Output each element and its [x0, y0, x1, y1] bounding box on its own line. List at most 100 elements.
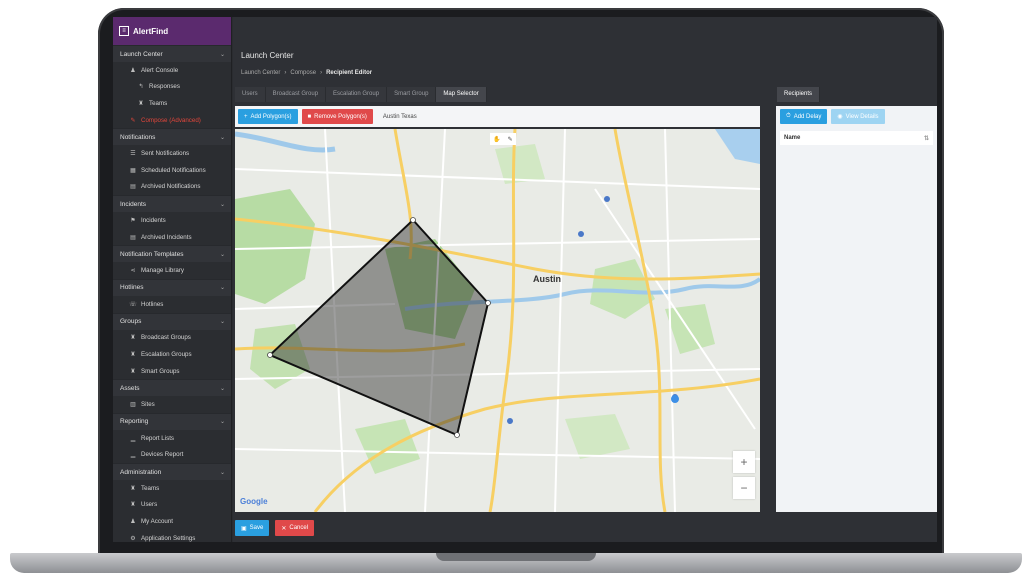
sidebar-item[interactable]: ♜ Users: [113, 497, 231, 514]
breadcrumb-current: Recipient Editor: [326, 70, 373, 76]
breadcrumb-separator: ›: [320, 70, 323, 76]
hand-tool-icon[interactable]: ✋: [493, 136, 500, 143]
sidebar-section-header[interactable]: Incidents ⌄: [113, 195, 231, 213]
person-icon: ♟: [130, 67, 136, 74]
building-icon: ▥: [130, 402, 136, 409]
sidebar-item-label: Compose (Advanced): [141, 116, 201, 124]
sidebar-item[interactable]: ▦ Scheduled Notifications: [113, 162, 231, 179]
clock-icon: ⏱: [786, 113, 791, 119]
sidebar-section-header[interactable]: Launch Center ⌄: [113, 45, 231, 62]
chevron-down-icon: ⌄: [219, 51, 225, 58]
sidebar-item[interactable]: ▤ Archived Incidents: [113, 229, 231, 246]
sidebar-item[interactable]: ▤ Archived Notifications: [113, 179, 231, 196]
breadcrumb-item[interactable]: Launch Center: [241, 70, 280, 76]
sidebar-section-header[interactable]: Assets ⌄: [113, 379, 231, 397]
sidebar-item-label: Manage Library: [141, 267, 184, 275]
sidebar-item-label: Hotlines: [141, 300, 164, 308]
sidebar-item[interactable]: ☏ Hotlines: [113, 296, 231, 313]
sidebar-item-label: Incidents: [141, 216, 166, 224]
sidebar-item[interactable]: ⋖ Manage Library: [113, 262, 231, 279]
sidebar-item[interactable]: ▥ Sites: [113, 396, 231, 413]
main-content: Launch Center Launch Center › Compose › …: [233, 17, 937, 542]
tab-broadcast-group[interactable]: Broadcast Group: [265, 87, 327, 102]
sidebar-item[interactable]: ▁ Devices Report: [113, 447, 231, 464]
save-button[interactable]: ▣ Save: [235, 520, 270, 536]
sidebar-item-label: My Account: [141, 518, 173, 526]
sidebar-section-header[interactable]: Groups ⌄: [113, 312, 231, 330]
chart-icon: ▁: [130, 452, 136, 459]
view-details-button[interactable]: ◉ View Details: [831, 109, 885, 124]
sidebar-item-label: Sites: [141, 401, 155, 409]
polygon-tool-icon[interactable]: ✎: [508, 136, 513, 143]
tab-recipients[interactable]: Recipients: [777, 87, 821, 102]
add-polygon-button[interactable]: + Add Polygon(s): [238, 109, 298, 124]
plus-icon: +: [244, 113, 248, 120]
sidebar-item[interactable]: ♜ Smart Groups: [113, 363, 231, 380]
tab-smart-group[interactable]: Smart Group: [387, 87, 437, 102]
sidebar-section-header[interactable]: Hotlines ⌄: [113, 278, 231, 296]
brand[interactable]: ≡ AlertFind: [113, 17, 231, 45]
map-city-label: Austin: [533, 274, 561, 284]
cancel-button[interactable]: ✕ Cancel: [275, 520, 315, 536]
sidebar-item-label: Scheduled Notifications: [141, 166, 206, 174]
sidebar-section-label: Administration: [120, 468, 162, 476]
sidebar-item[interactable]: ♜ Teams: [113, 480, 231, 497]
sidebar-item[interactable]: ♟ My Account: [113, 513, 231, 530]
tab-escalation-group[interactable]: Escalation Group: [326, 87, 388, 102]
cancel-label: Cancel: [289, 525, 309, 531]
sidebar-item[interactable]: ♟ Alert Console: [113, 62, 231, 79]
sidebar-item-label: Users: [141, 501, 158, 509]
brand-name: AlertFind: [133, 26, 169, 36]
add-delay-button[interactable]: ⏱ Add Delay: [780, 109, 828, 124]
sidebar-item[interactable]: ♜ Escalation Groups: [113, 346, 231, 363]
app-screen: ≡ AlertFind Launch Center ⌄ ♟ Alert Console…: [113, 17, 937, 542]
sidebar-section-header[interactable]: Notification Templates ⌄: [113, 245, 231, 263]
sidebar-item[interactable]: ♜ Teams: [113, 95, 231, 112]
save-icon: ▣: [241, 525, 247, 532]
sidebar-item-label: Smart Groups: [141, 367, 180, 375]
chevron-down-icon: ⌄: [219, 385, 225, 392]
remove-polygon-button[interactable]: ■ Remove Polygon(s): [301, 109, 373, 124]
sidebar-item-label: Teams: [141, 484, 160, 492]
chevron-down-icon: ⌄: [219, 319, 225, 326]
laptop-notch: [436, 553, 596, 561]
sidebar-section-label: Notifications: [120, 133, 156, 141]
map-view[interactable]: Austin Google + − ✋ ✎: [235, 129, 760, 512]
right-tabs: Recipients: [777, 87, 821, 102]
person-icon: ♟: [130, 519, 136, 526]
close-icon: ✕: [281, 525, 287, 532]
breadcrumb-item[interactable]: Compose: [290, 70, 316, 76]
sidebar-item[interactable]: ☰ Sent Notifications: [113, 145, 231, 162]
team-icon: ♜: [130, 502, 136, 509]
tab-map-selector[interactable]: Map Selector: [436, 87, 487, 102]
recipient-tabs: Users Broadcast Group Escalation Group S…: [235, 87, 487, 102]
sidebar-item[interactable]: ↰ Responses: [113, 79, 231, 96]
zoom-out-button[interactable]: −: [733, 477, 755, 499]
sidebar-item[interactable]: ▁ Report Lists: [113, 430, 231, 447]
google-attribution: Google: [240, 497, 268, 506]
sidebar-section-header[interactable]: Administration ⌄: [113, 463, 231, 481]
zoom-in-button[interactable]: +: [733, 451, 755, 473]
recipients-table-header: Name ⇅: [780, 131, 933, 145]
minus-icon: ■: [307, 113, 312, 120]
sidebar-item[interactable]: ✎ Compose (Advanced): [113, 112, 231, 129]
remove-polygon-label: Remove Polygon(s): [314, 113, 367, 120]
sidebar-item[interactable]: ♜ Broadcast Groups: [113, 330, 231, 347]
tab-users[interactable]: Users: [235, 87, 266, 102]
chevron-down-icon: ⌄: [219, 419, 225, 426]
sidebar-section-label: Launch Center: [120, 50, 163, 58]
sidebar-item[interactable]: ⚙ Application Settings: [113, 530, 231, 542]
column-name[interactable]: Name: [784, 135, 800, 141]
team-icon: ♜: [138, 100, 144, 107]
calendar-icon: ▦: [130, 167, 136, 174]
team-icon: ♜: [130, 368, 136, 375]
sidebar-item[interactable]: ⚑ Incidents: [113, 212, 231, 229]
recipients-panel: ⏱ Add Delay ◉ View Details Name ⇅: [776, 106, 937, 512]
sidebar-section-header[interactable]: Notifications ⌄: [113, 128, 231, 146]
sidebar-section-label: Notification Templates: [120, 250, 184, 258]
sidebar-section-header[interactable]: Reporting ⌄: [113, 412, 231, 430]
chevron-down-icon: ⌄: [219, 285, 225, 292]
page-title: Launch Center: [241, 51, 294, 60]
map-canvas[interactable]: [235, 129, 760, 512]
sort-icon[interactable]: ⇅: [924, 135, 929, 142]
